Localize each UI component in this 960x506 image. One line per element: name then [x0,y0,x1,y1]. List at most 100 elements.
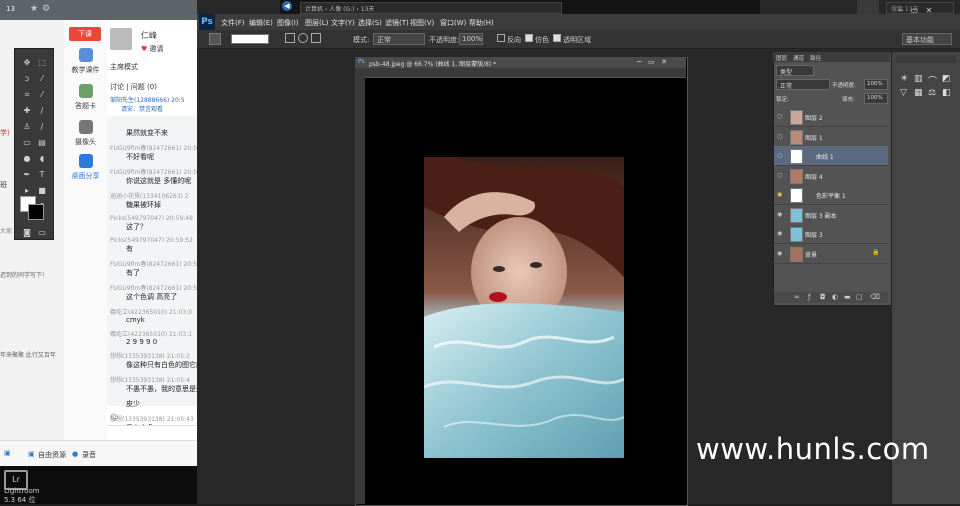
layer-blend-mode-select[interactable]: 正常 [776,79,830,90]
radial-gradient-icon[interactable] [298,33,308,43]
black-white-icon[interactable]: ◧ [942,88,951,98]
menu-item[interactable]: 视图(V) [410,18,434,28]
star-icon[interactable]: ★ [30,4,38,14]
visibility-eye-icon[interactable]: ○ [777,172,782,179]
visibility-eye-icon[interactable]: ○ [777,113,782,120]
opacity-input[interactable]: 100% [459,33,483,45]
doc-maximize-icon[interactable]: ▭ [648,58,655,66]
new-group-icon[interactable]: ▬ [844,293,851,301]
doc-minimize-icon[interactable]: ─ [637,58,641,66]
layer-kind-filter[interactable]: 类型 [776,65,814,76]
brightness-icon[interactable]: ☀ [900,74,908,84]
visibility-eye-icon[interactable]: ◉ [777,250,782,257]
invite-link[interactable]: ♥ 邀请 [141,44,164,54]
lock-icon[interactable]: ▣ [4,449,11,457]
stamp-tool-icon[interactable]: ♙ [21,121,33,132]
eyedropper-tool-icon[interactable]: ⁄ [36,89,48,100]
explorer-path[interactable]: 计算机 › 人像 (G:) › 13天 [300,2,562,14]
eraser-tool-icon[interactable]: ▭ [21,137,33,148]
tab-channels[interactable]: 通道 [793,54,804,62]
tool-preset-icon[interactable] [209,33,221,45]
menu-item[interactable]: 文件(F) [221,18,245,28]
ruler-horizontal[interactable] [365,68,686,78]
layer-row[interactable]: ○ 图层 1 [774,126,888,147]
nav-desktop-share[interactable]: 桌面分享 [64,154,107,181]
crop-tool-icon[interactable]: ⌗ [21,89,33,100]
dodge-tool-icon[interactable]: ◖ [36,153,48,164]
link-layers-icon[interactable]: ∞ [794,293,800,301]
blur-tool-icon[interactable]: ● [21,153,33,164]
mode-label[interactable]: 主席模式 [110,62,138,72]
chat-tabs[interactable]: 讨论 | 问题 (0) [110,82,157,92]
lightroom-label[interactable]: Lightroom 5.3 64 位 [4,487,40,505]
brush-tool-icon[interactable]: ∕ [36,105,48,116]
nav-courseware[interactable]: 教学课件 [64,48,107,75]
adjustments-tab[interactable] [896,56,956,63]
mode-select[interactable]: 正常 [373,33,425,45]
visibility-eye-icon[interactable]: ○ [777,152,782,159]
curves-icon[interactable]: ⌒ [928,74,937,87]
delete-layer-icon[interactable]: ⌫ [870,293,880,301]
vibrance-icon[interactable]: ▽ [900,88,907,98]
add-mask-icon[interactable]: ◘ [820,293,826,301]
document-title-bar[interactable]: Ps psb-48.jpeg @ 66.7% (曲线 1, 图层蒙版/8) * … [355,57,686,68]
linear-gradient-icon[interactable] [285,33,295,43]
menu-item[interactable]: 文字(Y) [331,18,355,28]
type-tool-icon[interactable]: T [36,169,48,180]
end-class-button[interactable]: 下课 [69,27,101,41]
lasso-tool-icon[interactable]: ↄ [21,73,33,84]
path-select-icon[interactable]: ▸ [21,185,33,196]
menu-item[interactable]: 选择(S) [358,18,382,28]
layer-row[interactable]: ○ 曲线 1 [774,146,888,166]
layer-row[interactable]: ◉ 图层 3 [774,224,888,244]
doc-close-icon[interactable]: ✕ [661,58,667,66]
color-balance-icon[interactable]: ⚖ [928,88,936,98]
reverse-checkbox[interactable] [497,34,505,42]
levels-icon[interactable]: ▥ [914,74,923,84]
hue-icon[interactable]: ▦ [914,88,923,98]
record-button[interactable]: 录音 [82,450,96,460]
settings-icon[interactable]: ⚙ [42,4,50,14]
quick-mask-icon[interactable]: ◙ [21,227,33,238]
pen-tool-icon[interactable]: ✒ [21,169,33,180]
tab-paths[interactable]: 路径 [810,54,821,62]
layer-fill-input[interactable]: 100% [864,93,888,104]
wand-tool-icon[interactable]: ⁄ [36,73,48,84]
layer-style-icon[interactable]: ƒ [808,293,810,301]
background-color-swatch[interactable] [28,204,44,220]
back-icon[interactable]: ◀ [282,1,292,11]
shape-tool-icon[interactable]: ■ [36,185,48,196]
exposure-icon[interactable]: ◩ [942,74,951,84]
gradient-tool-icon[interactable]: ▤ [36,137,48,148]
menu-item[interactable]: 图像(I) [277,18,299,28]
layer-row[interactable]: ◉ 色彩平衡 1 [774,185,888,205]
menu-item[interactable]: 图层(L) [305,18,328,28]
share-button[interactable]: 自由资源 [38,450,66,460]
visibility-eye-icon[interactable]: ◉ [777,211,782,218]
layer-row[interactable]: ○ 图层 2 [774,107,888,127]
move-tool-icon[interactable]: ✥ [21,57,33,68]
angle-gradient-icon[interactable] [311,33,321,43]
layer-row[interactable]: ◉ 背景 🔒 [774,243,888,264]
nav-answer-card[interactable]: 答题卡 [64,84,107,111]
workspace-select[interactable]: 基本功能 [902,33,952,45]
layer-opacity-input[interactable]: 100% [864,79,888,90]
menu-item[interactable]: 窗口(W) [440,18,466,28]
dither-checkbox[interactable] [525,34,533,42]
menu-item[interactable]: 帮助(H) [469,18,494,28]
screen-mode-icon[interactable]: ▭ [36,227,48,238]
layer-row[interactable]: ○ 图层 4 [774,165,888,186]
emoji-icon[interactable]: ☺ [110,413,118,422]
visibility-eye-icon[interactable]: ◉ [777,230,782,237]
ruler-vertical[interactable] [355,68,365,504]
visibility-eye-icon[interactable]: ○ [777,133,782,140]
healing-tool-icon[interactable]: ✚ [21,105,33,116]
layer-row[interactable]: ◉ 图层 3 副本 [774,204,888,225]
adjustment-layer-icon[interactable]: ◐ [832,293,838,301]
history-brush-icon[interactable]: ∕ [36,121,48,132]
new-layer-icon[interactable]: ▢ [856,293,863,301]
tab-layers[interactable]: 图层 [776,54,787,62]
nav-camera[interactable]: 摄像头 [64,120,107,147]
gradient-picker[interactable] [231,34,269,44]
visibility-eye-icon[interactable]: ◉ [777,191,782,198]
